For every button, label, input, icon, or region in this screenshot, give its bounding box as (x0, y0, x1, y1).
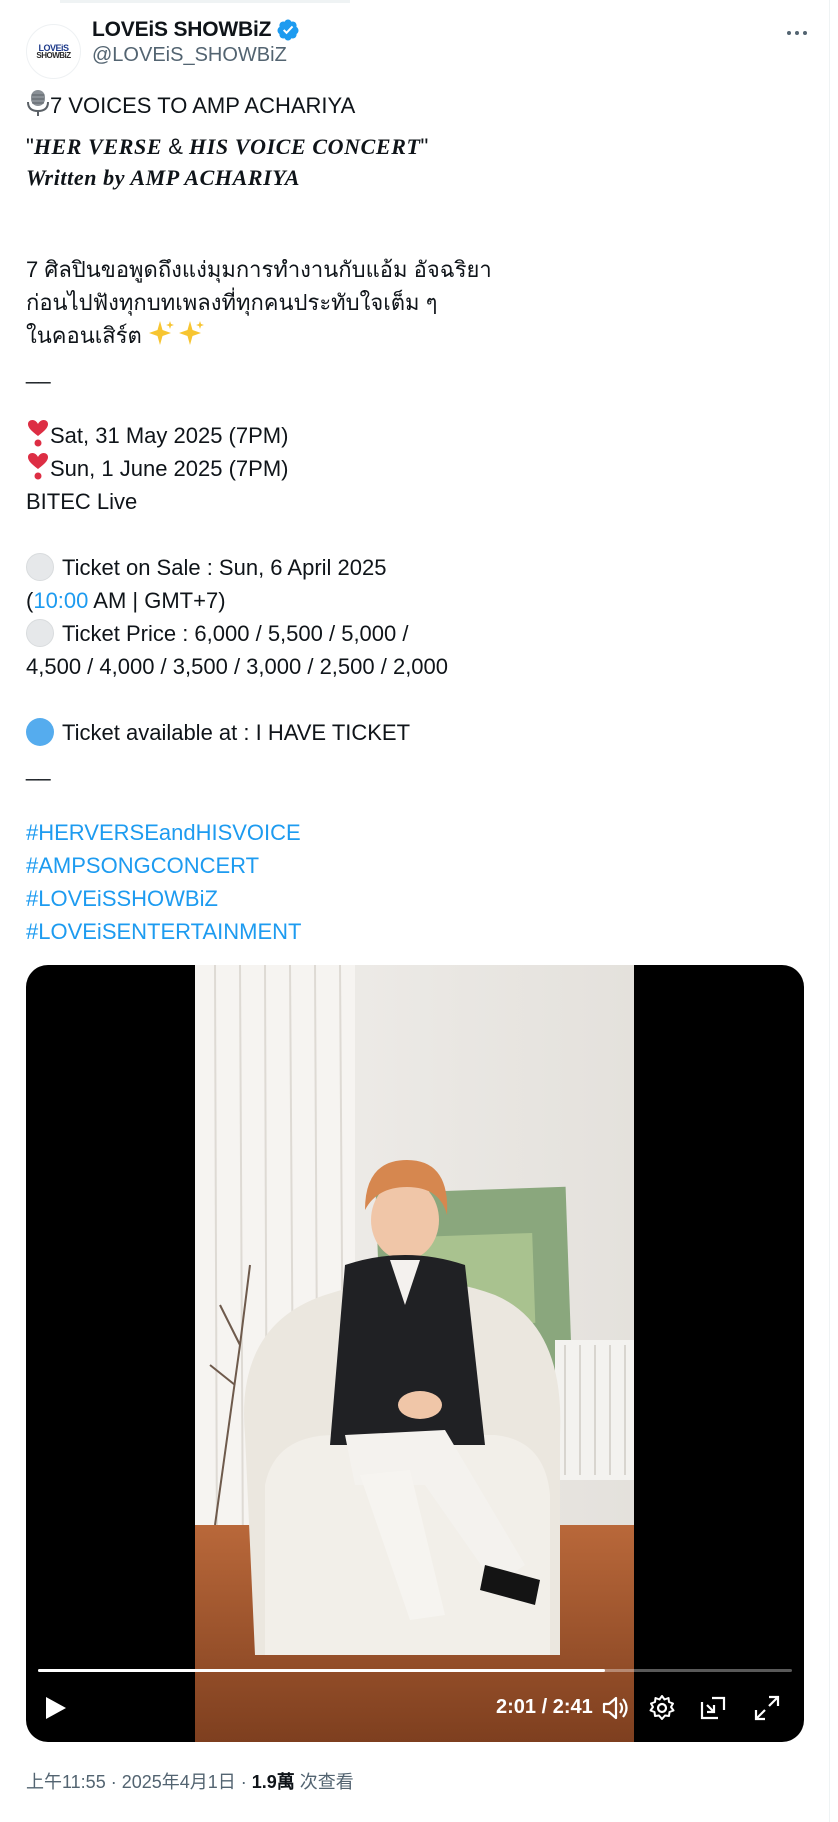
thai-line-3: ในคอนเสิร์ต (26, 319, 206, 352)
tweet-card: LOVEiS SHOWBiZ LOVEiS SHOWBiZ @LOVEiS_SH… (0, 0, 830, 1822)
video-time: 2:01 / 2:41 (496, 1696, 593, 1718)
avatar[interactable]: LOVEiS SHOWBiZ (26, 24, 81, 79)
microphone-icon (27, 90, 49, 116)
settings-icon[interactable] (647, 1693, 677, 1723)
avatar-logo: LOVEiS SHOWBiZ (36, 42, 71, 60)
video-progress-bar[interactable] (38, 1669, 792, 1672)
heart-exclamation-icon (28, 453, 48, 480)
date-line-1: Sat, 31 May 2025 (7PM) (26, 419, 288, 452)
divider-text-2: __ (26, 756, 51, 781)
more-options-icon[interactable] (778, 14, 816, 52)
tweet-header: LOVEiS SHOWBiZ LOVEiS SHOWBiZ @LOVEiS_SH… (26, 14, 816, 79)
hashtag-link[interactable]: #LOVEiSSHOWBiZ (26, 882, 218, 915)
concert-title: "HER VERSE & HIS VOICE CONCERT" (26, 134, 429, 159)
hashtag-link[interactable]: #LOVEiSENTERTAINMENT (26, 915, 301, 948)
title-part2: HIS VOICE CONCERT (189, 134, 421, 159)
title-part1: HER VERSE (33, 134, 163, 159)
view-count: 1.9萬 (251, 1772, 295, 1792)
tweet-meta: 上午11:55 · 2025年4月1日 · 1.9萬 次查看 (26, 1768, 354, 1794)
tweet-timestamp[interactable]: 上午11:55 · 2025年4月1日 · (26, 1772, 252, 1792)
date-line-2: Sun, 1 June 2025 (7PM) (26, 452, 288, 485)
venue: BITEC Live (26, 489, 138, 514)
volume-icon[interactable] (600, 1693, 630, 1723)
thai-line-2: ก่อนไปฟังทุกบทเพลงที่ทุกคนประทับใจเต็ม ๆ (26, 290, 438, 315)
hashtag-link[interactable]: #HERVERSEandHISVOICE (26, 816, 301, 849)
video-progress-fill (38, 1669, 605, 1672)
verified-badge-icon (277, 19, 299, 41)
written-by: Written by AMP ACHARIYA (26, 165, 300, 190)
name-row: LOVEiS SHOWBiZ (92, 18, 300, 42)
play-icon[interactable] (40, 1693, 70, 1723)
views-label: 次查看 (294, 1772, 354, 1792)
top-divider (60, 0, 350, 3)
blue-circle-icon (26, 718, 54, 746)
picture-in-picture-icon[interactable] (698, 1693, 728, 1723)
ticket-price-line-1: Ticket Price : 6,000 / 5,500 / 5,000 / (26, 617, 409, 650)
time-link[interactable]: 10:00 (33, 588, 88, 613)
heart-exclamation-icon (28, 420, 48, 447)
video-frame (195, 965, 634, 1742)
thai-line-1: 7 ศิลปินขอพูดถึงแง่มุมการทำงานกับแอ้ม อั… (26, 257, 492, 282)
video-player[interactable]: 2:01 / 2:41 (26, 965, 804, 1742)
ticket-available: Ticket available at : I HAVE TICKET (26, 716, 410, 749)
hashtag-link[interactable]: #AMPSONGCONCERT (26, 849, 259, 882)
sparkles-icon (148, 321, 204, 345)
headline: 7 VOICES TO AMP ACHARIYA (26, 89, 355, 122)
divider-text-1: __ (26, 359, 51, 384)
video-controls: 2:01 / 2:41 (26, 1687, 804, 1731)
fullscreen-icon[interactable] (752, 1693, 782, 1723)
ticket-sale-line: Ticket on Sale : Sun, 6 April 2025 (26, 551, 387, 584)
ticket-price-line-2: 4,500 / 4,000 / 3,500 / 3,000 / 2,500 / … (26, 654, 449, 679)
white-circle-icon (26, 619, 54, 647)
ticket-sale-time: (10:00 AM | GMT+7) (26, 588, 226, 613)
white-circle-icon (26, 553, 54, 581)
display-name[interactable]: LOVEiS SHOWBiZ (92, 18, 271, 42)
handle[interactable]: @LOVEiS_SHOWBiZ (92, 44, 287, 67)
headline-text: 7 VOICES TO AMP ACHARIYA (50, 93, 356, 118)
